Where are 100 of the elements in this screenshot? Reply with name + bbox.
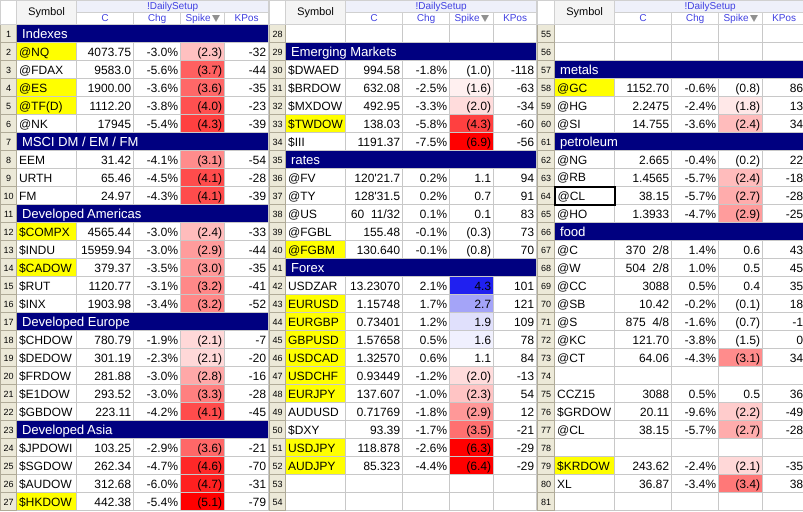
row-number: 2 — [0, 42, 16, 60]
symbol-cell[interactable]: $RUT — [16, 276, 76, 294]
price-cell: 137.607 — [346, 384, 403, 402]
symbol-cell[interactable]: $BRDOW — [286, 78, 346, 96]
symbol-cell[interactable]: @CT — [554, 348, 615, 366]
spike-cell: (5.1) — [180, 492, 224, 510]
price-cell: 3088 — [614, 384, 672, 402]
symbol-cell[interactable]: $HKDOW — [16, 492, 76, 510]
symbol-cell[interactable]: @S — [554, 312, 615, 330]
symbol-cell[interactable]: XL — [554, 474, 615, 492]
change-cell: 0.2% — [402, 186, 450, 204]
symbol-cell[interactable]: EURGBP — [286, 312, 346, 330]
symbol-cell[interactable]: USDCAD — [286, 348, 346, 366]
row-number: 29 — [270, 42, 286, 60]
row-number: 76 — [538, 402, 555, 420]
row-number: 12 — [0, 222, 16, 240]
price-cell: 10.42 — [614, 294, 672, 312]
symbol-cell[interactable]: @NQ — [16, 42, 76, 60]
symbol-cell[interactable]: @US — [286, 204, 346, 222]
row-number: 64 — [538, 186, 555, 204]
symbol-cell[interactable]: CCZ15 — [554, 384, 615, 402]
symbol-cell[interactable]: @HG — [554, 96, 615, 114]
price-cell: 379.37 — [76, 258, 134, 276]
row-number: 45 — [270, 330, 286, 348]
symbol-cell[interactable]: $E1DOW — [16, 384, 76, 402]
symbol-cell[interactable]: @NG — [554, 150, 615, 168]
spike-cell: (2.7) — [718, 420, 763, 438]
symbol-cell[interactable]: EEM — [16, 150, 76, 168]
symbol-cell[interactable]: EURUSD — [286, 294, 346, 312]
spike-cell: (6.9) — [450, 132, 494, 150]
symbol-cell[interactable]: $TWDOW — [286, 114, 346, 132]
spike-cell: (3.7) — [180, 60, 224, 78]
spike-cell: (4.1) — [180, 186, 224, 204]
spike-cell: (4.1) — [180, 168, 224, 186]
price-cell: 121.70 — [614, 330, 672, 348]
symbol-cell[interactable]: @SB — [554, 294, 615, 312]
change-cell: -0.1% — [402, 222, 450, 240]
group-header: !DailySetup — [76, 0, 269, 12]
spike-cell: (2.1) — [180, 330, 224, 348]
row-number: 34 — [270, 132, 286, 150]
symbol-cell[interactable]: $JPDOWI — [16, 438, 76, 456]
column-header: Chg — [402, 12, 450, 24]
price-cell: 370 2/8 — [614, 240, 672, 258]
symbol-cell[interactable]: $SGDOW — [16, 456, 76, 474]
symbol-cell[interactable]: @GC — [554, 78, 615, 96]
section-header: Emerging Markets — [286, 42, 537, 60]
row-number: 3 — [0, 60, 16, 78]
symbol-cell[interactable]: @C — [554, 240, 615, 258]
symbol-cell[interactable]: @KC — [554, 330, 615, 348]
symbol-cell[interactable]: $GRDOW — [554, 402, 615, 420]
symbol-cell[interactable]: @CL — [554, 186, 615, 204]
row-number: 1 — [0, 24, 16, 42]
spike-cell: (2.0) — [450, 366, 494, 384]
symbol-cell[interactable]: $DWAED — [286, 60, 346, 78]
row-number: 7 — [0, 132, 16, 150]
symbol-cell[interactable]: EURJPY — [286, 384, 346, 402]
section-header: Developed Asia — [16, 420, 269, 438]
price-cell: 138.03 — [346, 114, 403, 132]
price-cell: 38.15 — [614, 420, 672, 438]
symbol-cell[interactable]: @ES — [16, 78, 76, 96]
price-cell: 994.58 — [346, 60, 403, 78]
symbol-cell[interactable]: @TF(D) — [16, 96, 76, 114]
column-header: Symbol — [286, 0, 346, 24]
row-number: 24 — [0, 438, 16, 456]
change-cell: -1.6% — [672, 312, 719, 330]
row-number: 36 — [270, 168, 286, 186]
symbol-cell[interactable]: $CHDOW — [16, 330, 76, 348]
symbol-cell[interactable]: GBPUSD — [286, 330, 346, 348]
symbol-cell[interactable]: AUDUSD — [286, 402, 346, 420]
spike-cell: 1.6 — [450, 330, 494, 348]
price-cell: 36.87 — [614, 474, 672, 492]
symbol-cell[interactable]: $COMPX — [16, 222, 76, 240]
section-header: Developed Europe — [16, 312, 269, 330]
symbol-cell[interactable]: $DEDOW — [16, 348, 76, 366]
symbol-cell[interactable]: @CL — [554, 420, 615, 438]
symbol-cell[interactable]: URTH — [16, 168, 76, 186]
symbol-cell[interactable]: @W — [554, 258, 615, 276]
symbol-cell[interactable]: @CC — [554, 276, 615, 294]
column-header: Chg — [134, 12, 180, 24]
row-number: 26 — [0, 474, 16, 492]
price-cell: 120'21.7 — [346, 168, 403, 186]
row-number: 31 — [270, 78, 286, 96]
symbol-cell[interactable]: @TY — [286, 186, 346, 204]
symbol-cell[interactable]: @FV — [286, 168, 346, 186]
symbol-cell[interactable]: @FGBM — [286, 240, 346, 258]
row-number: 11 — [0, 204, 16, 222]
symbol-cell[interactable]: AUDJPY — [286, 456, 346, 474]
price-cell: 20.11 — [614, 402, 672, 420]
symbol-cell[interactable]: USDCHF — [286, 366, 346, 384]
symbol-cell[interactable]: $CADOW — [16, 258, 76, 276]
row-number: 56 — [538, 42, 555, 60]
row-number: 62 — [538, 150, 555, 168]
symbol-cell[interactable]: USDJPY — [286, 438, 346, 456]
symbol-cell[interactable]: $FRDOW — [16, 366, 76, 384]
spike-cell: (6.3) — [450, 438, 494, 456]
row-number: 38 — [270, 204, 286, 222]
spike-cell: 0.5 — [718, 258, 763, 276]
price-cell: 301.19 — [76, 348, 134, 366]
spike-cell: (4.7) — [180, 474, 224, 492]
symbol-cell[interactable]: $KRDOW — [554, 456, 615, 474]
